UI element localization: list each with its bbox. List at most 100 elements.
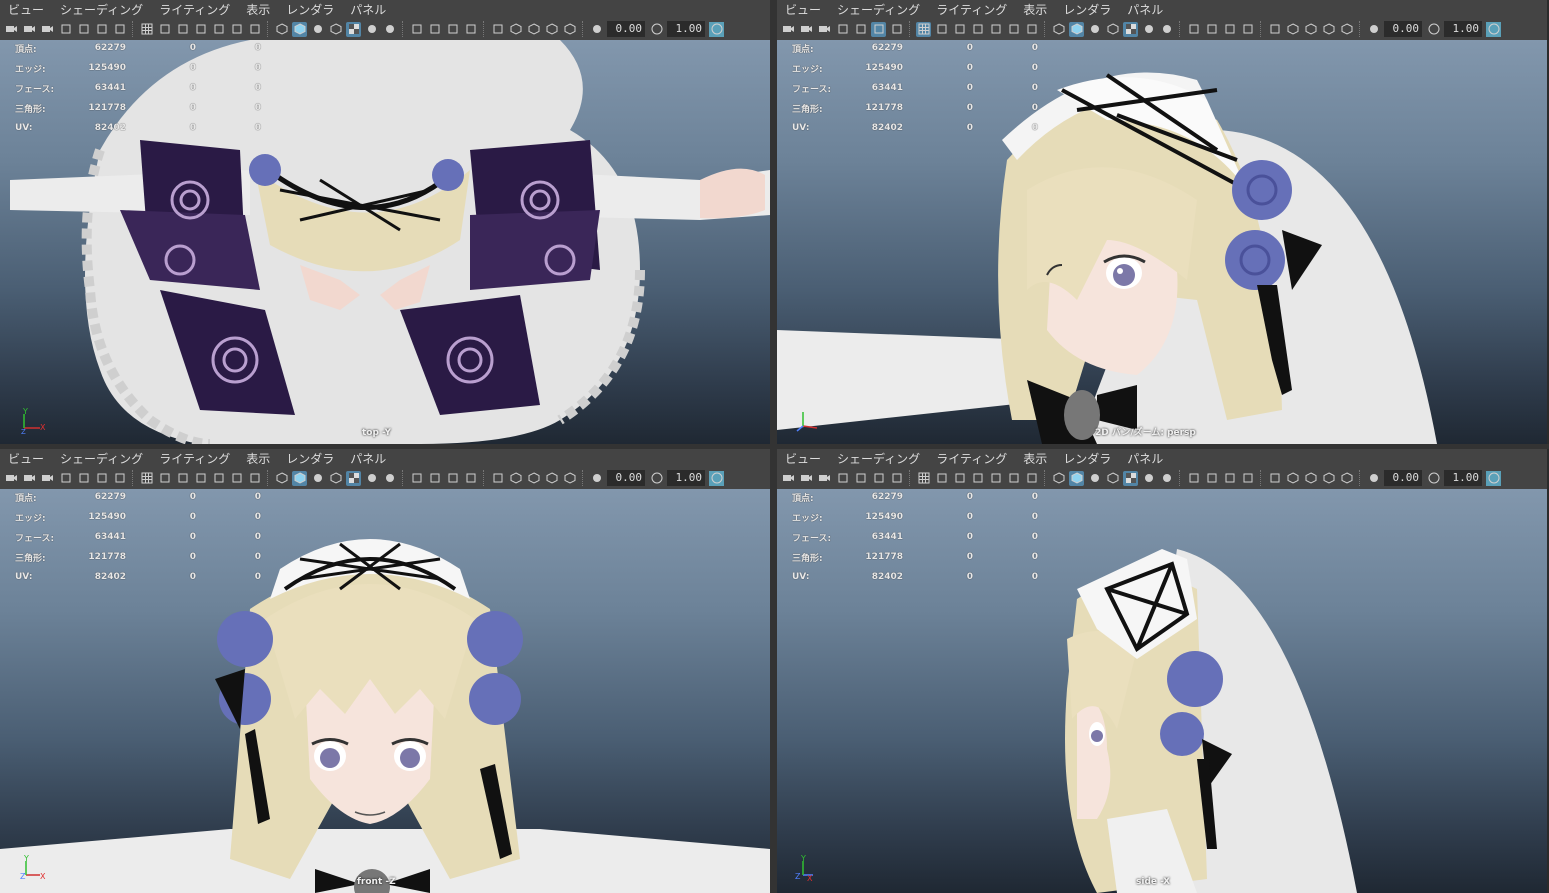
field-chart-icon[interactable]	[211, 471, 226, 486]
viewport-canvas[interactable]: 頂点: 62279 0 0 エッジ: 125490 0 0 フェース: 63441 0 0 三角形: 12…	[777, 40, 1547, 444]
menu-view[interactable]: ビュー	[777, 1, 829, 18]
wireframe-on-shaded-icon[interactable]	[328, 22, 343, 37]
wireframe-on-shaded-icon[interactable]	[1105, 471, 1120, 486]
xray-icon[interactable]	[1285, 22, 1300, 37]
camera-icon[interactable]	[4, 471, 19, 486]
2d-pan-zoom-icon[interactable]	[871, 21, 886, 37]
viewport-pane-front[interactable]: ビュー シェーディング ライティング 表示 レンダラ パネル 0.00 1.00	[0, 449, 770, 893]
image-plane-icon[interactable]	[853, 22, 868, 37]
menu-renderer[interactable]: レンダラ	[278, 1, 342, 18]
grid-icon[interactable]	[916, 21, 931, 37]
backface-cull-icon[interactable]	[1339, 22, 1354, 37]
exposure-field[interactable]: 0.00	[1384, 470, 1422, 486]
smooth-shade-icon[interactable]	[292, 470, 307, 486]
camera-attributes-icon[interactable]	[817, 471, 832, 486]
wireframe-icon[interactable]	[1051, 22, 1066, 37]
image-plane-icon[interactable]	[853, 471, 868, 486]
use-lights-icon[interactable]	[1141, 22, 1156, 37]
wireframe-icon[interactable]	[274, 471, 289, 486]
textured-icon[interactable]	[346, 21, 361, 37]
xray-joints-icon[interactable]	[526, 471, 541, 486]
textured-icon[interactable]	[1123, 21, 1138, 37]
menu-renderer[interactable]: レンダラ	[1055, 450, 1119, 467]
default-lighting-icon[interactable]	[1087, 471, 1102, 486]
screen-space-ao-icon[interactable]	[1186, 22, 1201, 37]
shadows-icon[interactable]	[1159, 471, 1174, 486]
resolution-gate-icon[interactable]	[175, 22, 190, 37]
menu-panels[interactable]: パネル	[1119, 1, 1171, 18]
xray-active-icon[interactable]	[544, 471, 559, 486]
menu-lighting[interactable]: ライティング	[928, 450, 1015, 467]
xray-active-icon[interactable]	[1321, 22, 1336, 37]
default-lighting-icon[interactable]	[1087, 22, 1102, 37]
grid-icon[interactable]	[139, 22, 154, 37]
viewport-pane-persp[interactable]: ビュー シェーディング ライティング 表示 レンダラ パネル 0.00 1.00	[777, 0, 1547, 444]
camera-icon[interactable]	[4, 22, 19, 37]
film-gate-icon[interactable]	[934, 22, 949, 37]
menu-lighting[interactable]: ライティング	[151, 1, 238, 18]
camera-icon[interactable]	[781, 471, 796, 486]
isolate-select-icon[interactable]	[1267, 471, 1282, 486]
camera-lock-icon[interactable]	[799, 471, 814, 486]
field-chart-icon[interactable]	[211, 22, 226, 37]
textured-icon[interactable]	[1123, 470, 1138, 486]
gamma-icon[interactable]	[1426, 471, 1441, 486]
safe-title-icon[interactable]	[247, 22, 262, 37]
depth-of-field-icon[interactable]	[463, 22, 478, 37]
shadows-icon[interactable]	[382, 471, 397, 486]
depth-of-field-icon[interactable]	[1240, 471, 1255, 486]
2d-pan-zoom-icon[interactable]	[94, 22, 109, 37]
shadows-icon[interactable]	[382, 22, 397, 37]
menu-show[interactable]: 表示	[1015, 1, 1055, 18]
exposure-field[interactable]: 0.00	[607, 21, 645, 37]
pane-divider-horizontal[interactable]	[0, 444, 1549, 449]
menu-shading[interactable]: シェーディング	[52, 450, 151, 467]
grease-pencil-icon[interactable]	[889, 22, 904, 37]
textured-icon[interactable]	[346, 470, 361, 486]
backface-cull-icon[interactable]	[1339, 471, 1354, 486]
multisample-aa-icon[interactable]	[445, 22, 460, 37]
exposure-icon[interactable]	[589, 471, 604, 486]
resolution-gate-icon[interactable]	[175, 471, 190, 486]
viewport-pane-side[interactable]: ビュー シェーディング ライティング 表示 レンダラ パネル 0.00 1.00	[777, 449, 1547, 893]
smooth-shade-icon[interactable]	[1069, 21, 1084, 37]
wireframe-on-shaded-icon[interactable]	[328, 471, 343, 486]
bookmark-icon[interactable]	[835, 22, 850, 37]
gamma-field[interactable]: 1.00	[1444, 470, 1482, 486]
2d-pan-zoom-icon[interactable]	[94, 471, 109, 486]
menu-panels[interactable]: パネル	[342, 1, 394, 18]
screen-space-ao-icon[interactable]	[409, 471, 424, 486]
viewport-canvas[interactable]: 頂点: 62279 0 0 エッジ: 125490 0 0 フェース: 63441 0 0 三角形: 12…	[777, 489, 1547, 893]
image-plane-icon[interactable]	[76, 22, 91, 37]
color-management-icon[interactable]	[709, 470, 724, 486]
color-management-icon[interactable]	[1486, 21, 1501, 37]
menu-show[interactable]: 表示	[238, 1, 278, 18]
xray-icon[interactable]	[1285, 471, 1300, 486]
film-gate-icon[interactable]	[157, 22, 172, 37]
camera-attributes-icon[interactable]	[40, 471, 55, 486]
menu-lighting[interactable]: ライティング	[151, 450, 238, 467]
wireframe-icon[interactable]	[274, 22, 289, 37]
gamma-field[interactable]: 1.00	[1444, 21, 1482, 37]
motion-blur-icon[interactable]	[1204, 22, 1219, 37]
2d-pan-zoom-icon[interactable]	[871, 471, 886, 486]
grease-pencil-icon[interactable]	[889, 471, 904, 486]
menu-renderer[interactable]: レンダラ	[278, 450, 342, 467]
camera-lock-icon[interactable]	[22, 22, 37, 37]
menu-view[interactable]: ビュー	[0, 1, 52, 18]
default-lighting-icon[interactable]	[310, 471, 325, 486]
gamma-field[interactable]: 1.00	[667, 470, 705, 486]
exposure-field[interactable]: 0.00	[607, 470, 645, 486]
camera-attributes-icon[interactable]	[817, 22, 832, 37]
viewport-canvas[interactable]: 頂点: 62279 0 0 エッジ: 125490 0 0 フェース: 63441 0 0 三角形: 12…	[0, 489, 770, 893]
wireframe-icon[interactable]	[1051, 471, 1066, 486]
safe-action-icon[interactable]	[1006, 22, 1021, 37]
bookmark-icon[interactable]	[58, 471, 73, 486]
menu-view[interactable]: ビュー	[0, 450, 52, 467]
default-lighting-icon[interactable]	[310, 22, 325, 37]
smooth-shade-icon[interactable]	[292, 21, 307, 37]
viewport-canvas[interactable]: 頂点: 62279 0 0 エッジ: 125490 0 0 フェース: 63441 0 0 三角形: 12…	[0, 40, 770, 444]
camera-attributes-icon[interactable]	[40, 22, 55, 37]
bookmark-icon[interactable]	[58, 22, 73, 37]
gamma-icon[interactable]	[1426, 22, 1441, 37]
